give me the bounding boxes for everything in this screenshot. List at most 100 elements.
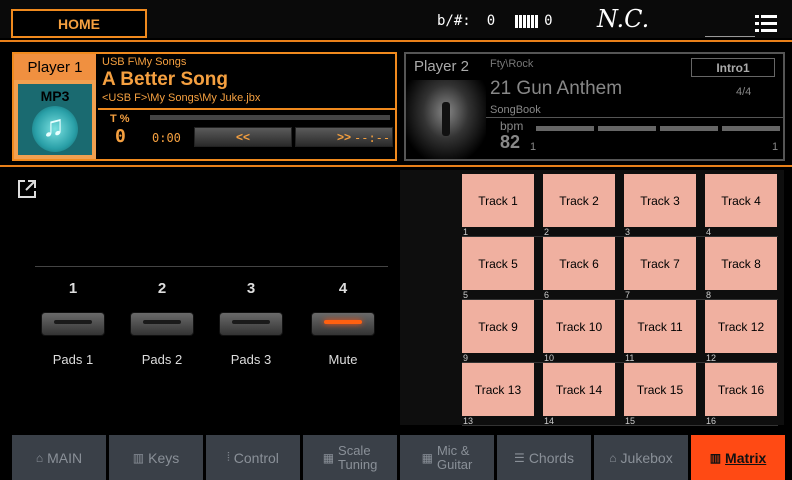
tab-main[interactable]: ⌂ MAIN [12,435,106,480]
player-2-source: SongBook [490,104,541,116]
pad-label: Pads 1 [52,352,94,367]
track-matrix: Track 1 1 Track 2 2 Track 3 3 Track 4 4 Track 55… [400,170,784,426]
remaining-time: --:-- [354,131,391,145]
pad-number: 4 [338,280,348,297]
scale-icon: ▦ [322,450,335,465]
tab-label: Mic & [436,442,470,458]
pad-number: 2 [157,280,167,297]
top-bar: HOME b/#: 0 0 N.C. [0,0,792,38]
player-divider [0,165,792,167]
tab-keys[interactable]: ▥ Keys [109,435,203,480]
rewind-button[interactable]: << [194,127,292,147]
tab-label: Chords [528,449,574,466]
track-cell[interactable]: Track 9 [462,300,534,353]
track-cell[interactable]: Track 8 [705,237,777,290]
player-1-label-box: Player 1 MP3 ♫ [14,54,96,159]
track-cell[interactable]: Track 14 [543,363,615,416]
octave-value: 0 [544,13,553,29]
player-2-panel[interactable]: Player 2 Fty\Rock Intro1 21 Gun Anthem 4… [404,52,785,161]
pad-number: 1 [68,280,78,297]
transpose-status[interactable]: b/#: 0 0 [437,8,553,34]
mute-button[interactable] [311,312,375,336]
beat-segment [722,126,780,131]
track-cell[interactable]: Track 10 [543,300,615,353]
tab-matrix[interactable]: ▥ Matrix [691,435,785,480]
bottom-tab-bar: ⌂ MAIN ▥ Keys ⦙ Control ▦ Scale Tuning ▦ … [0,435,792,480]
pad-2-button[interactable] [130,312,194,336]
track-cell[interactable]: Track 16 [705,363,777,416]
music-note-icon: ♫ [32,106,78,152]
bpm-value[interactable]: 82 [500,132,520,153]
tab-scale-tuning[interactable]: ▦ Scale Tuning [303,435,397,480]
player-1-song-title: A Better Song [102,69,228,90]
top-divider [0,40,792,42]
track-cell[interactable]: Track 11 [624,300,696,353]
song-progress-bar[interactable] [150,115,390,120]
beat-segment [536,126,594,131]
tab-label: Scale [338,442,371,458]
mp3-artwork: MP3 ♫ [18,84,92,155]
tab-label: Keys [148,449,180,466]
tab-label: MAIN [47,449,83,466]
track-cell[interactable]: Track 3 [624,174,696,227]
track-cell[interactable]: Track 13 [462,363,534,416]
pad-3-button[interactable] [219,312,283,336]
beat-end: 1 [772,141,779,153]
matrix-row-line [462,236,778,237]
beat-segment [660,126,718,131]
matrix-row-line [462,362,778,363]
concert-artwork [406,80,486,159]
track-cell[interactable]: Track 6 [543,237,615,290]
bpm-label: bpm [500,119,524,133]
matrix-row-line [462,425,778,426]
elapsed-time: 0:00 [152,131,181,145]
expand-icon[interactable] [16,178,38,200]
keyboard-icon [515,14,539,28]
player-1-panel[interactable]: Player 1 MP3 ♫ USB F\My Songs A Better S… [12,52,397,161]
tab-label: Control [233,449,279,466]
tab-label: Guitar [436,456,473,472]
track-cell[interactable]: Track 7 [624,237,696,290]
section-indicator[interactable]: Intro1 [691,58,775,77]
mic-icon: ▦ [421,450,433,465]
track-cell[interactable]: Track 5 [462,237,534,290]
beat-segment [598,126,656,131]
pads-divider [35,266,388,267]
tab-jukebox[interactable]: ⌂ Jukebox [594,435,688,480]
home-button[interactable]: HOME [11,9,147,38]
chord-display: N.C. [597,5,650,33]
pad-1-button[interactable] [41,312,105,336]
tab-label: Tuning [338,456,378,472]
tab-mic-guitar[interactable]: ▦ Mic & Guitar [400,435,494,480]
matrix-row-line [462,299,778,300]
player-2-path: Fty\Rock [490,58,534,70]
matrix-icon: ▥ [709,450,722,465]
tempo-value[interactable]: 0 [115,126,126,147]
pad-label: Pads 2 [141,352,183,367]
time-signature: 4/4 [736,86,752,98]
tempo-label: T % [110,113,130,125]
transpose-value: 0 [486,13,496,29]
track-cell[interactable]: Track 1 [462,174,534,227]
player-1-label: Player 1 [14,54,96,80]
player-2-divider [486,117,783,118]
player-2-label: Player 2 [414,58,470,75]
player-1-divider [98,108,395,110]
tab-control[interactable]: ⦙ Control [206,435,300,480]
track-cell[interactable]: Track 12 [705,300,777,353]
control-icon: ⦙ [227,450,230,464]
menu-icon[interactable] [755,15,777,32]
track-cell[interactable]: Track 15 [624,363,696,416]
transpose-label: b/#: [437,13,471,29]
menu-underline [705,36,755,37]
track-cell[interactable]: Track 2 [543,174,615,227]
track-cell[interactable]: Track 4 [705,174,777,227]
keys-icon: ▥ [132,450,145,465]
tab-label: Matrix [725,449,767,466]
chords-icon: ☰ [514,450,525,465]
pad-label: Pads 3 [230,352,272,367]
media-type-label: MP3 [40,88,70,104]
pad-number: 3 [246,280,256,297]
tab-chords[interactable]: ☰ Chords [497,435,591,480]
jukebox-icon: ⌂ [609,450,617,465]
